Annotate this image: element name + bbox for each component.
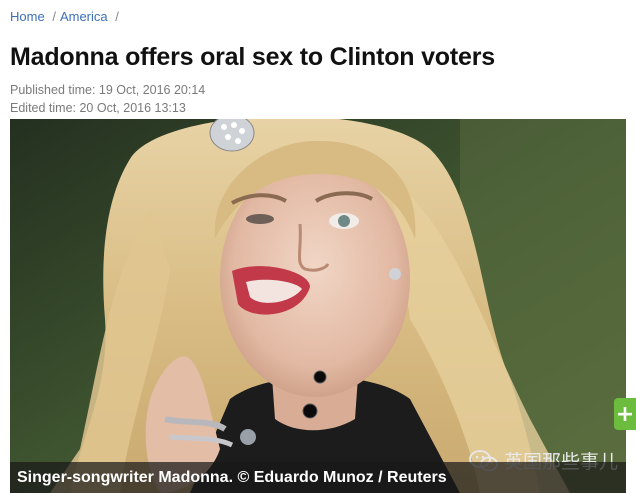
forehead-jewel [209,119,255,152]
breadcrumb: Home / America / [10,9,123,24]
caption-bar: Singer-songwriter Madonna. © Eduardo Mun… [10,462,626,493]
edited-time: Edited time: 20 Oct, 2016 13:13 [10,101,186,115]
article-photo[interactable]: 英国那些事儿 Singer-songwriter Madonna. © Edua… [10,119,626,493]
article-title: Madonna offers oral sex to Clinton voter… [10,43,495,71]
breadcrumb-america-link[interactable]: America [60,9,108,24]
breadcrumb-separator: / [115,9,119,24]
photo-illustration [10,119,626,493]
published-time: Published time: 19 Oct, 2016 20:14 [10,83,206,97]
breadcrumb-separator: / [52,9,56,24]
expand-plus-button[interactable]: + [614,398,636,430]
breadcrumb-home-link[interactable]: Home [10,9,45,24]
photo-caption: Singer-songwriter Madonna. © Eduardo Mun… [17,468,447,486]
